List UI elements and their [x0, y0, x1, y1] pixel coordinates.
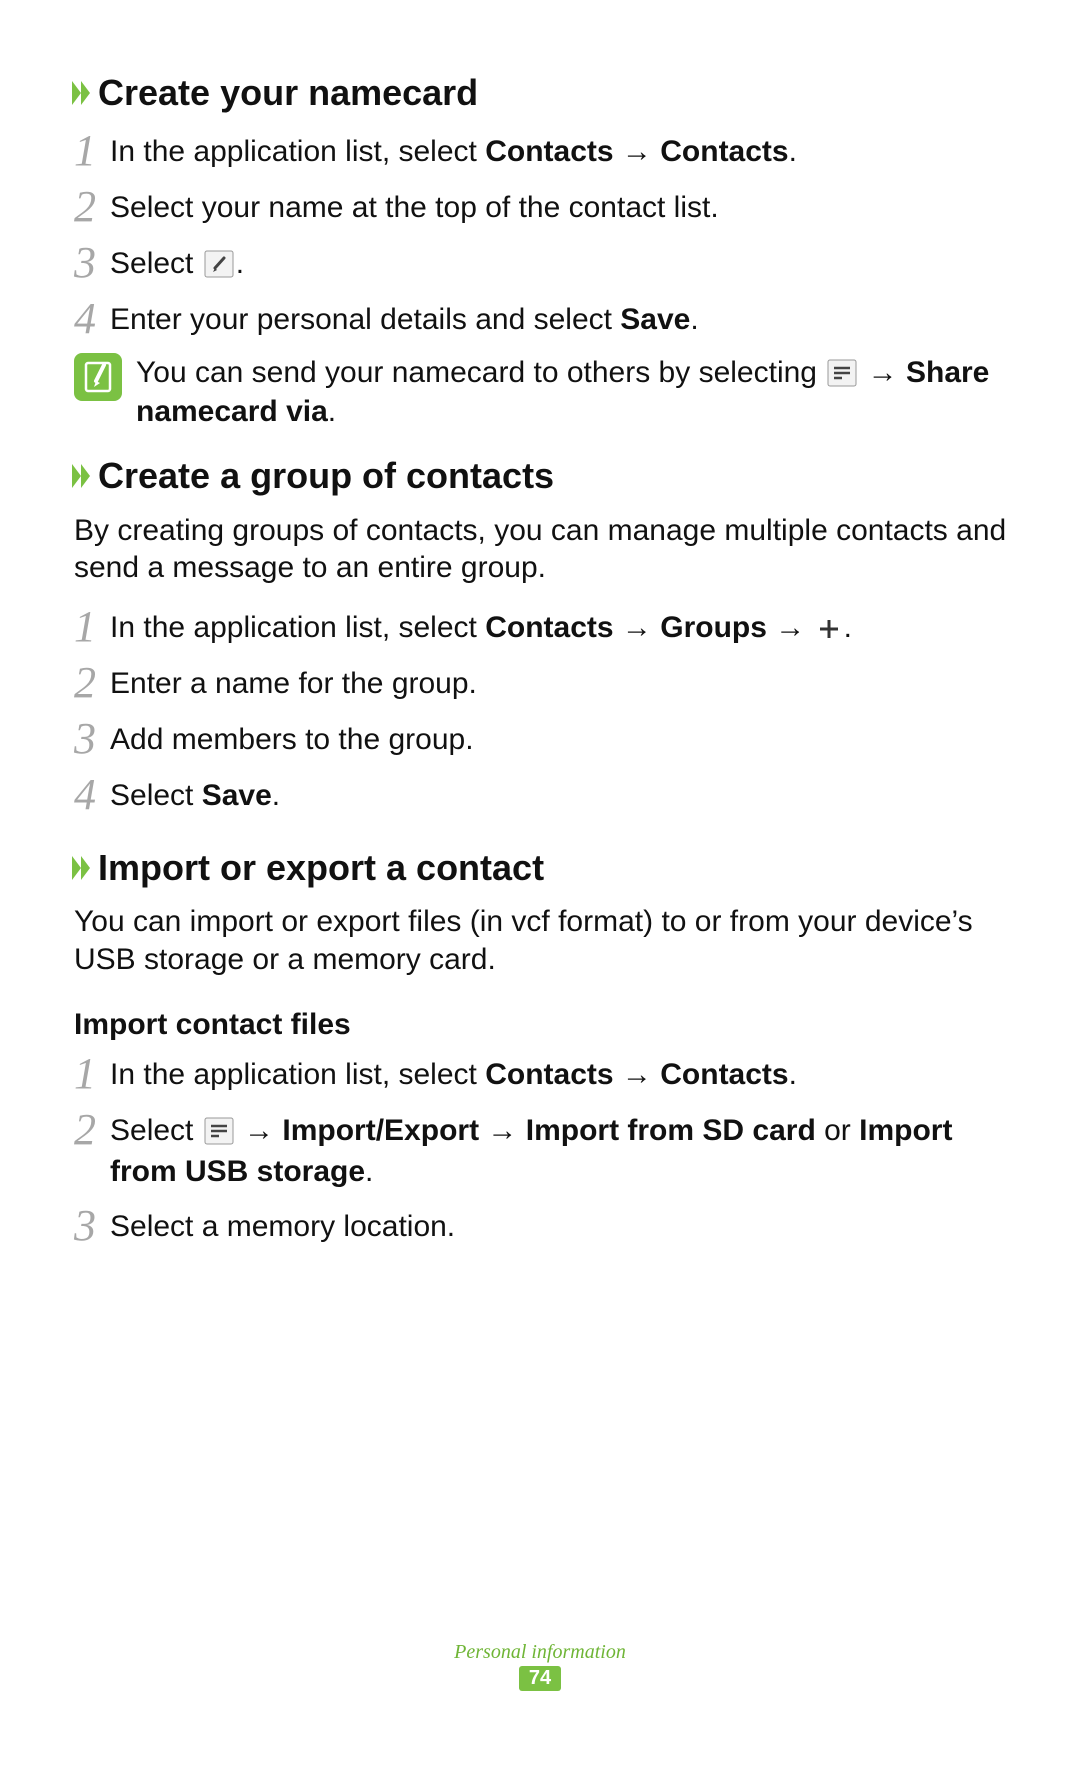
footer-section-name: Personal information [0, 1641, 1080, 1664]
section-heading-groups: Create a group of contacts [70, 453, 1010, 500]
chevron-icon [70, 854, 92, 882]
plus-icon [816, 616, 842, 642]
step-text: In the application list, select Contacts… [110, 129, 1010, 173]
note-block: You can send your namecard to others by … [74, 353, 1010, 431]
step: 1In the application list, select Contact… [74, 129, 1010, 173]
step-text: In the application list, select Contacts… [110, 1052, 1010, 1096]
sub-heading-import-files: Import contact files [74, 1008, 1010, 1042]
steps-import: 1In the application list, select Contact… [70, 1052, 1010, 1248]
step-text: Select a memory location. [110, 1204, 1010, 1248]
note-text: You can send your namecard to others by … [136, 353, 1010, 431]
step-text: In the application list, select Contacts… [110, 605, 1010, 649]
step-text: Select → Import/Export → Import from SD … [110, 1108, 1010, 1192]
heading-text: Create your namecard [98, 70, 478, 117]
step-text: Enter your personal details and select S… [110, 297, 1010, 341]
step: 2Select your name at the top of the cont… [74, 185, 1010, 229]
note-icon [74, 353, 122, 401]
menu-icon [827, 359, 857, 387]
step: 1In the application list, select Contact… [74, 1052, 1010, 1096]
step: 4Select Save. [74, 773, 1010, 817]
step-text: Select Save. [110, 773, 1010, 817]
steps-groups: 1In the application list, select Contact… [70, 605, 1010, 817]
step: 4Enter your personal details and select … [74, 297, 1010, 341]
section-intro: By creating groups of contacts, you can … [74, 512, 1010, 587]
section-heading-import: Import or export a contact [70, 845, 1010, 892]
manual-page: Create your namecard 1In the application… [0, 0, 1080, 1248]
chevron-icon [70, 462, 92, 490]
page-number: 74 [519, 1666, 561, 1691]
step-text: Enter a name for the group. [110, 661, 1010, 705]
page-footer: Personal information 74 [0, 1641, 1080, 1691]
chevron-icon [70, 79, 92, 107]
menu-icon [204, 1117, 234, 1145]
heading-text: Import or export a contact [98, 845, 544, 892]
edit-icon [204, 250, 234, 278]
steps-namecard: 1In the application list, select Contact… [70, 129, 1010, 341]
heading-text: Create a group of contacts [98, 453, 554, 500]
step: 3Select a memory location. [74, 1204, 1010, 1248]
section-intro: You can import or export files (in vcf f… [74, 903, 1010, 978]
section-heading-namecard: Create your namecard [70, 70, 1010, 117]
step-text: Add members to the group. [110, 717, 1010, 761]
step: 2Enter a name for the group. [74, 661, 1010, 705]
step: 2Select → Import/Export → Import from SD… [74, 1108, 1010, 1192]
step-text: Select . [110, 241, 1010, 285]
step: 3Add members to the group. [74, 717, 1010, 761]
step: 3Select . [74, 241, 1010, 285]
step: 1In the application list, select Contact… [74, 605, 1010, 649]
step-text: Select your name at the top of the conta… [110, 185, 1010, 229]
